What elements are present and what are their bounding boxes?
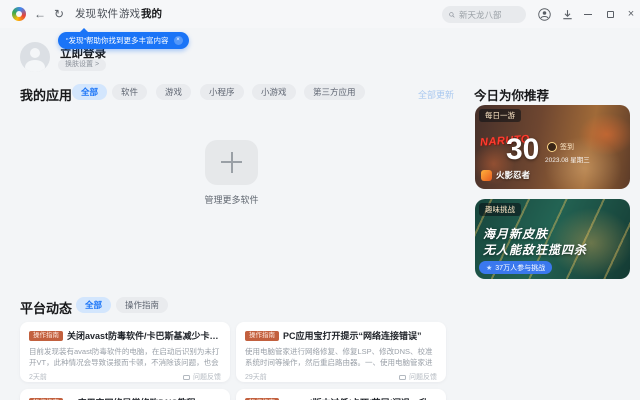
game-icon — [481, 169, 492, 181]
feed-card-4[interactable]: 操作指南 opengl版本过低/卡死/花屏/闪退，升级显卡驱动… — [236, 389, 446, 400]
daily-game-badge: 每日一游 — [479, 109, 521, 122]
titlebar: ← ↻ 发现 软件 游戏 我的 × — [0, 0, 640, 28]
search-icon — [449, 11, 455, 18]
filter-minigames[interactable]: 小游戏 — [252, 84, 296, 100]
calendar-day: 30 — [506, 133, 540, 166]
feed-filter-guide[interactable]: 操作指南 — [116, 297, 169, 313]
feedback-icon — [399, 374, 406, 380]
feed-tag: 操作指南 — [245, 330, 279, 341]
feedback-link[interactable]: 问题反馈 — [183, 372, 221, 382]
tab-mine[interactable]: 我的 — [141, 0, 162, 28]
user-icon[interactable] — [536, 6, 552, 22]
tooltip-text: “发现”帮助你找到更多丰富内容 — [66, 36, 169, 45]
feed-card-body: 目前发现装有avast防毒软件的电脑，在启动后识别为未打开VT，此种情况会导致误… — [29, 347, 220, 368]
feed-card-time: 2天前 — [29, 374, 47, 381]
checkin-coin-icon — [547, 142, 557, 152]
calendar-date: 2023.08 星期三 — [545, 157, 590, 164]
challenge-card[interactable]: 趣味挑战 海月新皮肤 无人能敌狂揽四杀 ★ 37万人参与挑战 — [475, 199, 630, 279]
add-apps-label: 管理更多软件 — [204, 195, 259, 205]
feed-card-body: 使用电脑管家进行网络修复、修复LSP、修改DNS、校准系统时间等操作，然后重启路… — [245, 347, 433, 368]
discover-tooltip: “发现”帮助你找到更多丰富内容 × — [58, 28, 189, 49]
game-name: 火影忍者 — [496, 170, 531, 180]
feed-card-title: opengl版本过低/卡死/花屏/闪退，升级显卡驱动… — [283, 396, 437, 400]
feed-card-title: PC应用宝打开提示“网络连接错误” — [283, 331, 422, 341]
filter-all[interactable]: 全部 — [72, 84, 108, 100]
participants-pill: ★ 37万人参与挑战 — [479, 261, 553, 274]
feed-card-time: 29天前 — [245, 374, 267, 381]
filter-thirdparty[interactable]: 第三方应用 — [304, 84, 365, 100]
checkin-label: 签到 — [560, 144, 574, 151]
game-row: 火影忍者 — [481, 169, 530, 181]
skin-settings-link[interactable]: 换肤设置 > — [58, 59, 107, 71]
minimize-icon[interactable] — [580, 6, 596, 22]
daily-game-card[interactable]: 每日一游 NARUTO 30 签到 2023.08 星期三 火影忍者 — [475, 105, 630, 189]
tab-discover[interactable]: 发现 — [75, 0, 96, 28]
tab-games[interactable]: 游戏 — [119, 0, 140, 28]
app-logo-icon — [12, 7, 26, 21]
feed-title: 平台动态 — [20, 301, 73, 316]
tooltip-close-icon[interactable]: × — [173, 36, 183, 45]
download-icon[interactable] — [559, 6, 575, 22]
challenge-badge: 趣味挑战 — [479, 203, 521, 216]
feed-tag: 操作指南 — [29, 330, 63, 341]
refresh-icon[interactable]: ↻ — [50, 0, 68, 28]
feed-card-3[interactable]: 操作指南 pc应用宝网络异常修改DNS教程 — [20, 389, 230, 400]
feedback-label: 问题反馈 — [193, 374, 221, 381]
recommend-title: 今日为你推荐 — [474, 89, 550, 103]
challenge-line1: 海月新皮肤 — [483, 227, 549, 241]
filter-software[interactable]: 软件 — [112, 84, 148, 100]
close-icon[interactable]: × — [623, 6, 639, 22]
filter-games[interactable]: 游戏 — [156, 84, 192, 100]
challenge-line2: 无人能敌狂揽四杀 — [483, 243, 588, 257]
my-apps-title: 我的应用 — [20, 88, 73, 103]
feedback-label: 问题反馈 — [409, 374, 437, 381]
feed-card-title: pc应用宝网络异常修改DNS教程 — [67, 396, 196, 400]
feed-card-title: 关闭avast防毒软件/卡巴斯基减少卡顿现象 — [67, 331, 221, 341]
search-box[interactable] — [442, 6, 526, 23]
feed-filter-all[interactable]: 全部 — [76, 297, 112, 313]
star-icon: ★ — [486, 264, 493, 272]
feedback-icon — [183, 374, 190, 380]
maximize-icon[interactable] — [602, 6, 618, 22]
participants-label: 37万人参与挑战 — [495, 264, 546, 272]
add-apps-button[interactable] — [205, 140, 258, 185]
avatar[interactable] — [20, 42, 50, 72]
back-icon[interactable]: ← — [31, 0, 49, 28]
update-all-link[interactable]: 全部更新 — [418, 88, 454, 101]
checkin-row[interactable]: 签到 — [547, 142, 574, 152]
tab-software[interactable]: 软件 — [97, 0, 118, 28]
feed-card-2[interactable]: 操作指南 PC应用宝打开提示“网络连接错误” 使用电脑管家进行网络修复、修复LS… — [236, 322, 446, 382]
feed-card-1[interactable]: 操作指南 关闭avast防毒软件/卡巴斯基减少卡顿现象 目前发现装有avast防… — [20, 322, 230, 382]
filter-miniprogram[interactable]: 小程序 — [200, 84, 244, 100]
feedback-link[interactable]: 问题反馈 — [399, 372, 437, 382]
search-input[interactable] — [459, 9, 519, 20]
